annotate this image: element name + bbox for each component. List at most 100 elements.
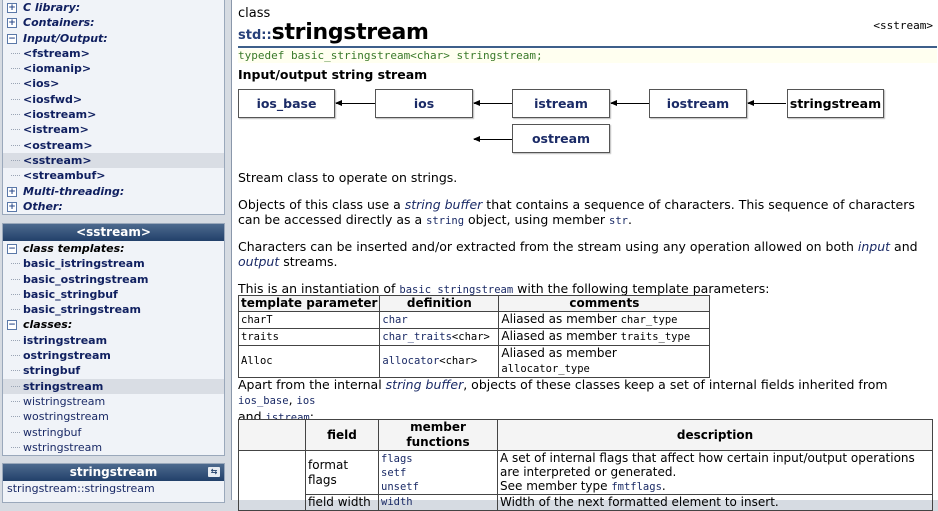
column-header: member functions [378, 419, 498, 451]
class-box-iostream[interactable]: iostream [649, 89, 747, 118]
comment-cell: Aliased as member allocator_type [498, 345, 711, 378]
member-item-constructor[interactable]: stringstream::stringstream [3, 481, 224, 497]
ios-link[interactable]: ios [297, 395, 316, 407]
operations-paragraph: Characters can be inserted and/or extrac… [238, 239, 918, 269]
column-header: definition [379, 295, 500, 312]
description-cell: Width of the next formatted element to i… [497, 494, 933, 511]
tree-item-basic-stringstream[interactable]: basic_stringstream [3, 302, 224, 317]
inherit-arrow [473, 136, 512, 142]
tree-item-wstringstream[interactable]: wstringstream [3, 440, 224, 455]
column-header [238, 419, 306, 451]
page-title: std::stringstream [238, 20, 429, 45]
expand-icon[interactable]: + [7, 201, 17, 212]
intro-paragraph: Stream class to operate on strings. [238, 170, 458, 185]
tree-item-basic-ostringstream[interactable]: basic_ostringstream [3, 272, 224, 287]
string-link[interactable]: string [426, 215, 464, 227]
function-link[interactable]: width [381, 496, 413, 508]
table-row: Alloc allocator<char> Aliased as member … [237, 345, 711, 378]
header-file-label: <sstream> [873, 19, 933, 32]
tree-item-sstream[interactable]: <sstream> [3, 152, 224, 169]
library-tree-panel: + C library: + Containers: − Input/Output: … [2, 0, 225, 215]
class-box-istream[interactable]: istream [512, 89, 610, 118]
string-buffer-link[interactable]: string buffer [405, 197, 483, 212]
class-members-panel: stringstream ⇆ stringstream::stringstrea… [2, 463, 225, 503]
tree-item-wstringbuf[interactable]: wstringbuf [3, 425, 224, 440]
tree-item-wostringstream[interactable]: wostringstream [3, 409, 224, 424]
param-cell: Alloc [237, 345, 381, 378]
tree-category-input-output[interactable]: − Input/Output: [3, 31, 224, 46]
description-cell: A set of internal flags that affect how … [497, 450, 933, 495]
tree-item-fstream[interactable]: <fstream> [3, 46, 224, 61]
tree-category-other[interactable]: + Other: [3, 199, 224, 214]
expand-icon[interactable]: + [7, 186, 17, 197]
function-link[interactable]: flags [381, 452, 495, 466]
collapse-icon[interactable]: − [7, 33, 17, 44]
tree-item-ostringstream[interactable]: ostringstream [3, 348, 224, 363]
tree-category-c-library[interactable]: + C library: [3, 0, 224, 15]
sidebar: + C library: + Containers: − Input/Output: … [0, 0, 229, 503]
definition-cell: char [379, 311, 500, 329]
type-link[interactable]: char [382, 314, 407, 326]
header-tree: − class templates: basic_istringstream ba… [3, 241, 224, 455]
function-link[interactable]: setf [381, 466, 495, 480]
collapse-icon[interactable]: − [7, 320, 17, 331]
tree-item-iomanip[interactable]: <iomanip> [3, 61, 224, 76]
type-link[interactable]: allocator [382, 355, 439, 367]
typedef-declaration: typedef basic_stringstream<char> strings… [238, 49, 937, 63]
table-row: field width width Width of the next form… [239, 494, 933, 511]
fmtflags-link[interactable]: fmtflags [611, 481, 662, 493]
comment-cell: Aliased as member char_type [498, 311, 711, 329]
tree-item-basic-stringbuf[interactable]: basic_stringbuf [3, 287, 224, 302]
tree-group-classes[interactable]: − classes: [3, 317, 224, 332]
panel-title: stringstream ⇆ [3, 464, 224, 481]
input-link[interactable]: input [858, 239, 890, 254]
class-box-ios-base[interactable]: ios_base [238, 89, 335, 118]
field-cell: format flags [305, 450, 379, 495]
expand-icon[interactable]: + [7, 3, 17, 13]
class-box-stringstream: stringstream [787, 89, 884, 118]
field-cell: field width [305, 494, 379, 511]
inherit-arrow [747, 100, 786, 106]
tree-item-iostream[interactable]: <iostream> [3, 107, 224, 122]
function-link[interactable]: unsetf [381, 480, 495, 494]
toggle-panel-icon[interactable]: ⇆ [208, 467, 220, 477]
title-divider [238, 46, 937, 48]
main-content: class std::stringstream <sstream> typede… [231, 0, 938, 511]
str-link[interactable]: str [609, 215, 628, 227]
tree-category-multi-threading[interactable]: + Multi-threading: [3, 184, 224, 199]
column-header: field [305, 419, 379, 451]
tree-item-stringbuf[interactable]: stringbuf [3, 363, 224, 378]
output-link[interactable]: output [238, 254, 279, 269]
inherit-arrow [335, 100, 375, 106]
tree-item-ios[interactable]: <ios> [3, 76, 224, 91]
class-box-ostream[interactable]: ostream [512, 124, 610, 153]
tree-item-streambuf[interactable]: <streambuf> [3, 168, 224, 183]
definition-cell: char_traits<char> [379, 328, 500, 346]
tree-item-basic-istringstream[interactable]: basic_istringstream [3, 256, 224, 271]
tree-group-class-templates[interactable]: − class templates: [3, 241, 224, 256]
tree-item-istream[interactable]: <istream> [3, 122, 224, 137]
tree-item-iosfwd[interactable]: <iosfwd> [3, 92, 224, 107]
internal-fields-table: field member functions description forma… [238, 419, 933, 511]
class-name: stringstream [271, 20, 429, 45]
type-link[interactable]: char_traits [382, 331, 452, 343]
collapse-icon[interactable]: − [7, 244, 17, 254]
template-parameters-table: template parameter definition comments c… [237, 295, 711, 378]
class-box-ios[interactable]: ios [375, 89, 473, 118]
tree-item-wistringstream[interactable]: wistringstream [3, 394, 224, 409]
table-row: format flags flags setf unsetf A set of … [238, 450, 933, 511]
header-contents-panel: <sstream> − class templates: basic_istrin… [2, 223, 225, 456]
inherit-arrow [610, 100, 649, 106]
entity-kind: class [238, 6, 271, 21]
expand-icon[interactable]: + [7, 18, 17, 29]
group-cell [238, 450, 306, 511]
tree-item-istringstream[interactable]: istringstream [3, 333, 224, 348]
tree-category-containers[interactable]: + Containers: [3, 15, 224, 30]
tree-item-ostream[interactable]: <ostream> [3, 138, 224, 153]
description-paragraph: Objects of this class use a string buffe… [238, 197, 915, 227]
tree-item-stringstream[interactable]: stringstream [3, 378, 224, 394]
param-cell: traits [237, 328, 381, 346]
string-buffer-link[interactable]: string buffer [386, 377, 464, 392]
ios-base-link[interactable]: ios_base [238, 395, 289, 407]
table-row: traits char_traits<char> Aliased as memb… [237, 328, 711, 346]
